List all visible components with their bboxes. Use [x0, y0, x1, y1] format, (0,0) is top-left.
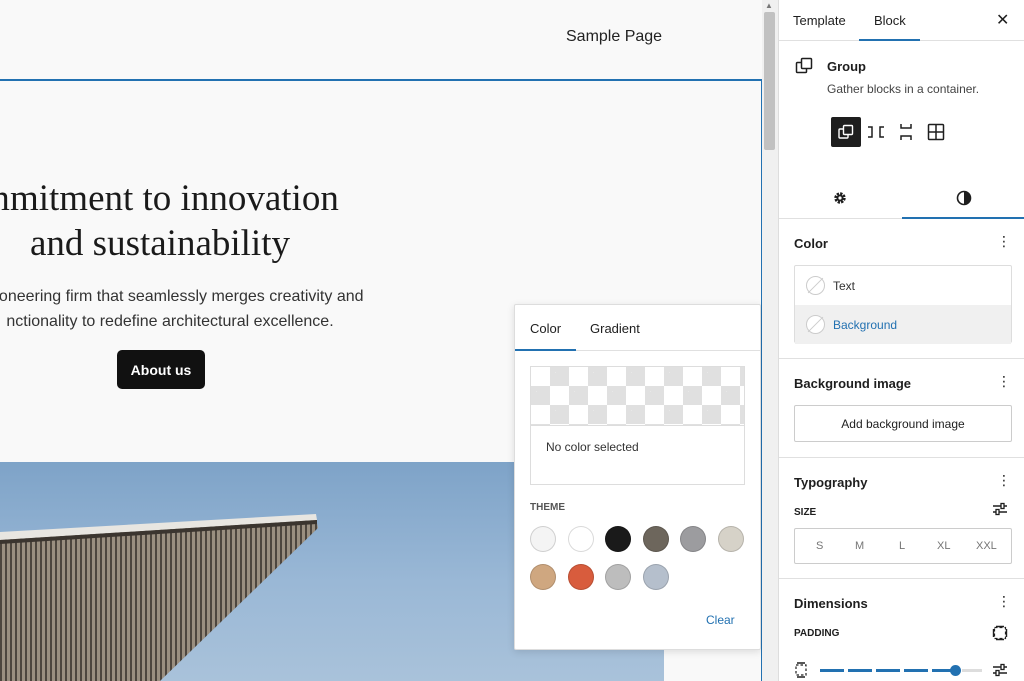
preview-label: No color selected — [546, 440, 639, 454]
color-panel-options-icon[interactable]: ⋮ — [997, 233, 1011, 250]
dimensions-options-icon[interactable]: ⋮ — [997, 593, 1011, 610]
typography-options-icon[interactable]: ⋮ — [997, 472, 1011, 489]
color-popover: Color Gradient No color selected THEME C… — [514, 304, 761, 650]
color-swatch[interactable] — [680, 526, 707, 552]
background-image-options-icon[interactable]: ⋮ — [997, 373, 1011, 390]
color-item-label: Background — [833, 318, 898, 332]
hero-heading-line-1: mmitment to innovation — [0, 178, 339, 219]
about-us-button[interactable]: About us — [117, 350, 205, 389]
variation-grid-button[interactable] — [921, 117, 951, 147]
hero-paragraph-line-1: pioneering firm that seamlessly merges c… — [0, 288, 364, 305]
panel-divider — [779, 578, 1024, 579]
sidebar-header: Template Block ✕ — [779, 0, 1024, 41]
row-icon — [868, 126, 884, 138]
tab-block[interactable]: Block — [874, 13, 906, 28]
color-preview[interactable]: No color selected — [530, 366, 745, 485]
close-icon[interactable]: ✕ — [996, 10, 1009, 30]
dimensions-panel-title: Dimensions — [794, 596, 868, 611]
color-swatch[interactable] — [642, 564, 669, 590]
color-item-background[interactable]: Background — [795, 305, 1011, 344]
variation-row-button[interactable] — [861, 117, 891, 147]
color-panel-title: Color — [794, 236, 828, 251]
variation-stack-button[interactable] — [891, 117, 921, 147]
color-popover-tabs: Color Gradient — [515, 305, 760, 351]
font-size-option-m[interactable]: M — [855, 540, 864, 552]
padding-slider-remaining — [962, 669, 982, 672]
custom-size-icon[interactable] — [992, 502, 1008, 521]
panel-divider — [779, 358, 1024, 359]
font-size-option-l[interactable]: L — [899, 540, 905, 552]
color-swatch[interactable] — [718, 526, 744, 552]
background-image-panel-title: Background image — [794, 376, 912, 391]
font-size-picker: S M L XL XXL — [794, 528, 1012, 564]
stack-icon — [900, 124, 912, 140]
hero-paragraph[interactable]: pioneering firm that seamlessly merges c… — [0, 284, 430, 334]
palette-label: THEME — [530, 502, 565, 513]
settings-sidebar: Template Block ✕ Group Gather blocks in … — [778, 0, 1024, 681]
padding-slider-track[interactable] — [820, 669, 957, 672]
padding-sides-icon[interactable] — [992, 625, 1008, 646]
font-size-option-xxl[interactable]: XXL — [976, 540, 997, 552]
padding-label: PADDING — [794, 628, 840, 639]
color-item-label: Text — [833, 279, 856, 293]
scroll-up-arrow-icon[interactable]: ▲ — [765, 1, 773, 10]
color-swatch[interactable] — [605, 526, 632, 552]
variation-group-button[interactable] — [831, 117, 861, 147]
color-item-list: Text Background — [794, 265, 1012, 344]
add-background-image-button[interactable]: Add background image — [794, 405, 1012, 442]
hero-paragraph-line-2: nctionality to redefine architectural ex… — [6, 313, 334, 330]
settings-icon[interactable] — [828, 186, 852, 210]
transparent-checkerboard — [531, 367, 744, 426]
padding-slider-handle[interactable] — [950, 665, 961, 676]
active-tab-indicator — [515, 349, 576, 351]
font-size-option-s[interactable]: S — [816, 540, 823, 552]
panel-divider — [779, 457, 1024, 458]
empty-color-indicator-icon — [806, 276, 825, 295]
editor-canvas: Sample Page mmitment to innovation and s… — [0, 0, 762, 681]
styles-icon[interactable] — [952, 186, 976, 210]
block-name: Group — [827, 59, 866, 74]
active-tab-indicator — [902, 217, 1024, 219]
padding-all-sides-icon — [794, 662, 808, 681]
hero-heading[interactable]: mmitment to innovation and sustainabilit… — [0, 176, 440, 266]
group-icon — [838, 124, 854, 139]
color-item-text[interactable]: Text — [795, 266, 1011, 305]
color-swatch[interactable] — [605, 564, 632, 590]
size-label: SIZE — [794, 507, 817, 518]
grid-icon — [927, 123, 945, 141]
color-swatch[interactable] — [530, 526, 556, 552]
color-swatch[interactable] — [530, 564, 556, 590]
font-size-option-xl[interactable]: XL — [937, 540, 950, 552]
color-swatch[interactable] — [642, 526, 669, 552]
nav-link-sample-page[interactable]: Sample Page — [566, 28, 662, 46]
inspector-tabs — [779, 178, 1024, 219]
color-swatch[interactable] — [567, 564, 594, 590]
tab-gradient[interactable]: Gradient — [590, 321, 640, 336]
color-swatch[interactable] — [567, 526, 594, 552]
block-description: Gather blocks in a container. — [827, 82, 980, 96]
canvas-scrollbar-thumb[interactable] — [764, 12, 775, 150]
tab-color[interactable]: Color — [530, 321, 561, 336]
typography-panel-title: Typography — [794, 475, 868, 490]
clear-button[interactable]: Clear — [706, 613, 735, 627]
hero-heading-line-2: and sustainability — [30, 223, 290, 264]
block-card: Group Gather blocks in a container. — [779, 41, 1024, 179]
group-icon — [795, 57, 813, 80]
empty-color-indicator-icon — [806, 315, 825, 334]
tab-template[interactable]: Template — [793, 13, 846, 28]
custom-padding-icon[interactable] — [992, 663, 1008, 681]
